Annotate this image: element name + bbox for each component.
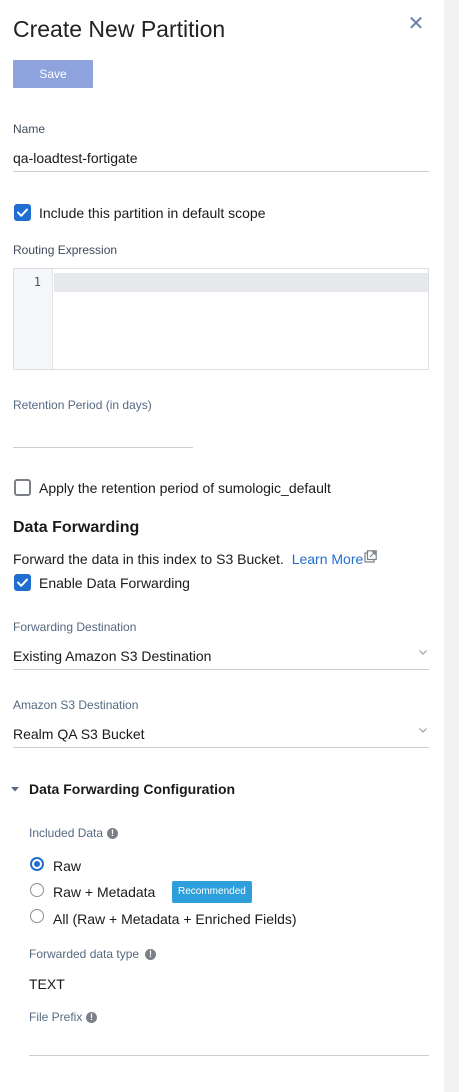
s3-destination-select[interactable]: Realm QA S3 Bucket bbox=[13, 726, 145, 742]
retention-label: Retention Period (in days) bbox=[13, 398, 152, 412]
line-number: 1 bbox=[33, 275, 41, 289]
checkmark-icon bbox=[17, 208, 28, 217]
file-prefix-input[interactable] bbox=[29, 1032, 429, 1052]
info-icon[interactable]: ! bbox=[107, 828, 118, 839]
learn-more-link[interactable]: Learn More bbox=[292, 551, 364, 567]
routing-label: Routing Expression bbox=[13, 243, 118, 257]
name-underline bbox=[13, 171, 429, 172]
apply-retention-label: Apply the retention period of sumologic_… bbox=[39, 480, 331, 496]
page-title: Create New Partition bbox=[13, 16, 226, 42]
routing-expression-editor[interactable]: 1 bbox=[13, 268, 429, 370]
config-heading[interactable]: Data Forwarding Configuration bbox=[29, 781, 235, 797]
default-scope-label: Include this partition in default scope bbox=[39, 205, 266, 221]
data-forwarding-heading: Data Forwarding bbox=[13, 519, 140, 536]
info-icon[interactable]: ! bbox=[145, 949, 156, 960]
radio-raw-metadata[interactable] bbox=[30, 883, 44, 897]
included-data-label: Included Data bbox=[29, 826, 104, 840]
retention-underline bbox=[13, 447, 193, 448]
s3-destination-label: Amazon S3 Destination bbox=[13, 698, 139, 712]
create-partition-panel: Create New Partition ✕ Save Name qa-load… bbox=[0, 0, 444, 1092]
radio-all[interactable] bbox=[30, 909, 44, 923]
retention-input[interactable] bbox=[13, 424, 193, 444]
enable-forwarding-checkbox[interactable] bbox=[14, 574, 31, 591]
data-forwarding-text: Forward the data in this index to S3 Buc… bbox=[13, 551, 284, 567]
destination-underline bbox=[13, 669, 429, 670]
radio-raw-metadata-label: Raw + Metadata bbox=[53, 884, 156, 900]
info-icon[interactable]: ! bbox=[86, 1012, 97, 1023]
forwarded-type-label: Forwarded data type bbox=[29, 947, 140, 961]
external-link-icon[interactable] bbox=[364, 550, 377, 563]
scrollbar-track[interactable] bbox=[444, 0, 459, 1092]
recommended-badge: Recommended bbox=[172, 881, 252, 903]
name-input[interactable]: qa-loadtest-fortigate bbox=[13, 150, 138, 166]
apply-retention-checkbox[interactable] bbox=[14, 479, 31, 496]
default-scope-checkbox[interactable] bbox=[14, 204, 31, 221]
chevron-down-icon[interactable] bbox=[418, 725, 428, 735]
radio-all-label: All (Raw + Metadata + Enriched Fields) bbox=[53, 911, 297, 927]
checkmark-icon bbox=[17, 578, 28, 587]
forwarding-destination-select[interactable]: Existing Amazon S3 Destination bbox=[13, 648, 211, 664]
file-prefix-underline bbox=[29, 1055, 429, 1056]
data-forwarding-description: Forward the data in this index to S3 Buc… bbox=[13, 551, 363, 567]
forwarded-type-value: TEXT bbox=[29, 976, 65, 992]
radio-raw[interactable] bbox=[30, 857, 44, 871]
file-prefix-label: File Prefix bbox=[29, 1010, 83, 1024]
radio-raw-label: Raw bbox=[53, 858, 82, 874]
forwarding-destination-label: Forwarding Destination bbox=[13, 620, 137, 634]
active-line-highlight bbox=[54, 273, 428, 292]
save-button[interactable]: Save bbox=[13, 60, 93, 88]
name-label: Name bbox=[13, 122, 46, 136]
editor-gutter: 1 bbox=[14, 269, 53, 369]
close-icon[interactable]: ✕ bbox=[406, 14, 426, 34]
caret-down-icon[interactable] bbox=[10, 784, 20, 794]
s3-underline bbox=[13, 747, 429, 748]
enable-forwarding-label: Enable Data Forwarding bbox=[39, 575, 190, 591]
chevron-down-icon[interactable] bbox=[418, 647, 428, 657]
